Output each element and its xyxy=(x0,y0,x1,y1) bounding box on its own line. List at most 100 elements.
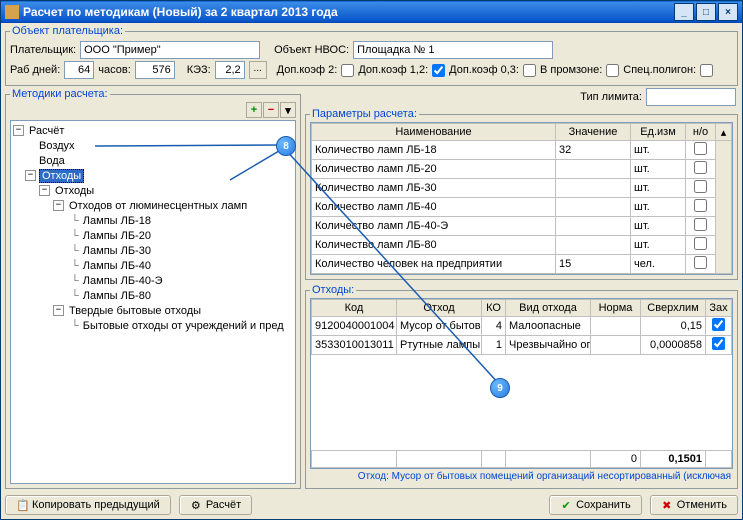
col-unit[interactable]: Ед.изм xyxy=(631,124,686,141)
za-checkbox[interactable] xyxy=(712,337,725,350)
hours-input[interactable] xyxy=(135,61,175,79)
app-icon xyxy=(5,5,19,19)
payer-input[interactable] xyxy=(80,41,260,59)
scroll-up-icon[interactable]: ▴ xyxy=(716,124,732,141)
table-row: 3533010013011Ртутные лампы,1Чрезвычайно … xyxy=(312,336,732,355)
spec-label: Спец.полигон: xyxy=(623,64,696,76)
params-group: Параметры расчета: Наименование Значение… xyxy=(305,108,738,280)
more-method-button[interactable]: ▾ xyxy=(280,102,296,118)
cancel-icon: ✖ xyxy=(661,499,673,511)
no-checkbox[interactable] xyxy=(694,199,707,212)
tree-water[interactable]: Вода xyxy=(37,155,67,167)
col-over[interactable]: Сверхлим xyxy=(641,300,706,317)
payer-label: Плательщик: xyxy=(10,44,76,56)
copy-icon: 📋 xyxy=(16,499,28,511)
dop03-label: Доп.коэф 0,3: xyxy=(449,64,519,76)
tree-l30[interactable]: Лампы ЛБ-30 xyxy=(81,245,153,257)
kez-input[interactable] xyxy=(215,61,245,79)
object-input[interactable] xyxy=(353,41,553,59)
table-row: Количество ламп ЛБ-40-Эшт. xyxy=(312,217,732,236)
object-label: Объект НВОС: xyxy=(274,44,349,56)
cancel-button[interactable]: ✖Отменить xyxy=(650,495,738,515)
save-button[interactable]: ✔Сохранить xyxy=(549,495,642,515)
methods-tree[interactable]: −Расчёт Воздух Вода −Отходы −Отходы −Отх… xyxy=(10,120,296,484)
annotation-9: 9 xyxy=(490,378,510,398)
tree-l40e[interactable]: Лампы ЛБ-40-Э xyxy=(81,275,165,287)
col-za[interactable]: Зах xyxy=(706,300,732,317)
methods-group: Методики расчета: + − ▾ −Расчёт Воздух В… xyxy=(5,88,301,489)
table-row: Количество человек на предприятии15чел. xyxy=(312,255,732,274)
dop2-checkbox[interactable] xyxy=(341,64,354,77)
tree-l80[interactable]: Лампы ЛБ-80 xyxy=(81,290,153,302)
limit-input[interactable] xyxy=(646,88,736,106)
methods-legend: Методики расчета: xyxy=(10,88,110,100)
spec-checkbox[interactable] xyxy=(700,64,713,77)
calc-button[interactable]: ⚙Расчёт xyxy=(179,495,252,515)
tree-waste2[interactable]: Отходы xyxy=(53,185,96,197)
expander-icon[interactable]: − xyxy=(53,305,64,316)
promzone-label: В промзоне: xyxy=(540,64,602,76)
copy-previous-button[interactable]: 📋Копировать предыдущий xyxy=(5,495,171,515)
col-ko[interactable]: КО xyxy=(482,300,506,317)
expander-icon[interactable]: − xyxy=(53,200,64,211)
minimize-button[interactable]: _ xyxy=(674,3,694,21)
payer-group: Объект плательщика: Плательщик: Объект Н… xyxy=(5,25,738,86)
tree-waste-selected[interactable]: Отходы xyxy=(39,169,84,183)
table-row: Количество ламп ЛБ-30шт. xyxy=(312,179,732,198)
col-code[interactable]: Код xyxy=(312,300,397,317)
tree-root[interactable]: Расчёт xyxy=(27,125,66,137)
tree-solid[interactable]: Твердые бытовые отходы xyxy=(67,305,203,317)
no-checkbox[interactable] xyxy=(694,256,707,269)
col-norm[interactable]: Норма xyxy=(591,300,641,317)
col-val[interactable]: Значение xyxy=(556,124,631,141)
maximize-button[interactable]: □ xyxy=(696,3,716,21)
col-name[interactable]: Наименование xyxy=(312,124,556,141)
titlebar: Расчет по методикам (Новый) за 2 квартал… xyxy=(1,1,742,23)
expander-icon[interactable]: − xyxy=(25,170,36,181)
waste-legend: Отходы: xyxy=(310,284,356,296)
table-row: Количество ламп ЛБ-1832шт. xyxy=(312,141,732,160)
waste-grid[interactable]: Код Отход КО Вид отхода Норма Сверхлим З… xyxy=(310,298,733,469)
payer-legend: Объект плательщика: xyxy=(10,25,125,37)
add-method-button[interactable]: + xyxy=(246,102,262,118)
scrollbar[interactable] xyxy=(716,141,732,274)
tree-solid-sub[interactable]: Бытовые отходы от учреждений и пред xyxy=(81,320,286,332)
table-row: 9120040001004Мусор от бытовы4Малоопасные… xyxy=(312,317,732,336)
col-waste[interactable]: Отход xyxy=(397,300,482,317)
no-checkbox[interactable] xyxy=(694,218,707,231)
gear-icon: ⚙ xyxy=(190,499,202,511)
kez-label: КЭЗ: xyxy=(187,64,211,76)
no-checkbox[interactable] xyxy=(694,237,707,250)
dop03-checkbox[interactable] xyxy=(523,64,536,77)
expander-icon[interactable]: − xyxy=(13,125,24,136)
no-checkbox[interactable] xyxy=(694,161,707,174)
dop2-label: Доп.коэф 2: xyxy=(277,64,338,76)
days-input[interactable] xyxy=(64,61,94,79)
col-no[interactable]: н/о xyxy=(686,124,716,141)
promzone-checkbox[interactable] xyxy=(606,64,619,77)
hours-label: часов: xyxy=(98,64,131,76)
sum-row: 00,1501 xyxy=(312,451,732,468)
tree-lumin[interactable]: Отходов от люминесцентных ламп xyxy=(67,200,249,212)
check-icon: ✔ xyxy=(560,499,572,511)
expander-icon[interactable]: − xyxy=(39,185,50,196)
table-row: Количество ламп ЛБ-80шт. xyxy=(312,236,732,255)
tree-l18[interactable]: Лампы ЛБ-18 xyxy=(81,215,153,227)
kez-picker-button[interactable]: ... xyxy=(249,61,267,79)
no-checkbox[interactable] xyxy=(694,142,707,155)
annotation-8: 8 xyxy=(276,136,296,156)
no-checkbox[interactable] xyxy=(694,180,707,193)
dop12-checkbox[interactable] xyxy=(432,64,445,77)
col-type[interactable]: Вид отхода xyxy=(506,300,591,317)
waste-status: Отход: Мусор от бытовых помещений органи… xyxy=(310,469,733,484)
tree-air[interactable]: Воздух xyxy=(37,140,77,152)
tree-l40[interactable]: Лампы ЛБ-40 xyxy=(81,260,153,272)
days-label: Раб дней: xyxy=(10,64,60,76)
za-checkbox[interactable] xyxy=(712,318,725,331)
params-legend: Параметры расчета: xyxy=(310,108,419,120)
tree-l20[interactable]: Лампы ЛБ-20 xyxy=(81,230,153,242)
close-button[interactable]: × xyxy=(718,3,738,21)
limit-label: Тип лимита: xyxy=(580,91,642,103)
params-grid[interactable]: Наименование Значение Ед.изм н/о ▴ Колич… xyxy=(310,122,733,275)
remove-method-button[interactable]: − xyxy=(263,102,279,118)
